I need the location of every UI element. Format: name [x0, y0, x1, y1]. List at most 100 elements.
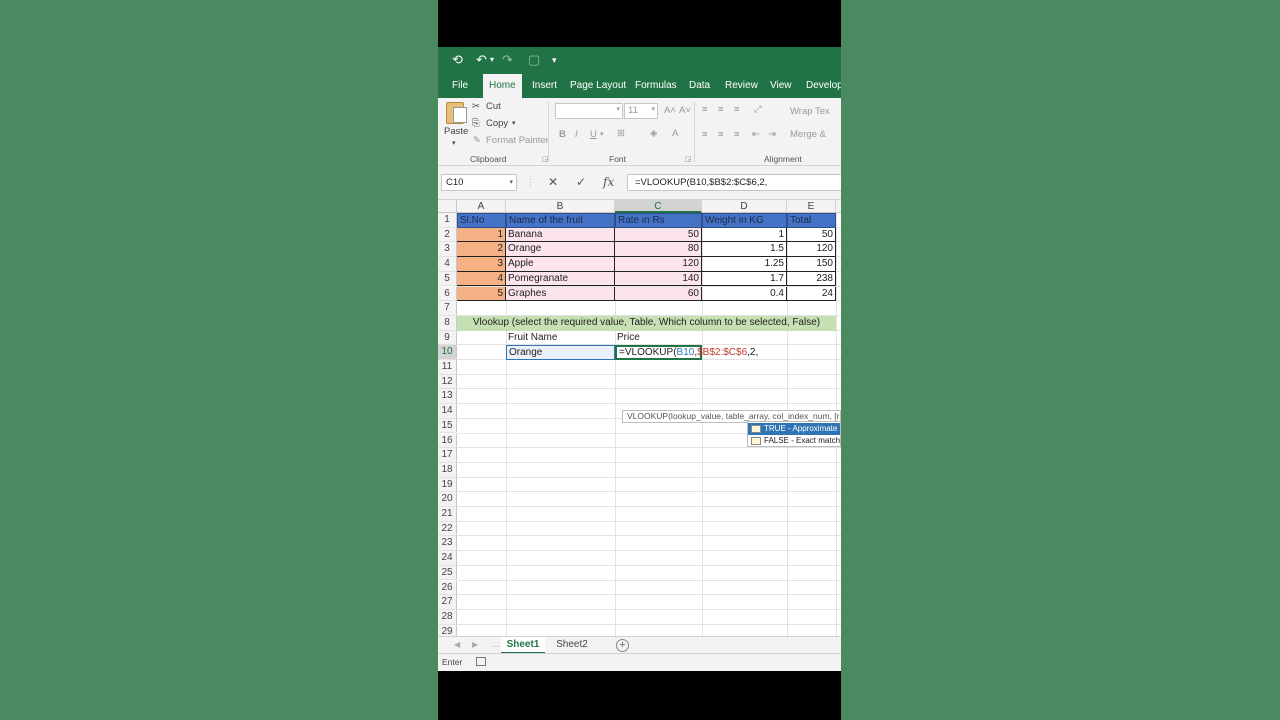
undo-icon[interactable]: ↶ — [476, 53, 487, 67]
borders-icon[interactable]: ⊞ — [617, 128, 625, 140]
cut-icon[interactable]: ✂ — [472, 101, 480, 113]
column-header-f[interactable] — [836, 200, 841, 213]
autocomplete-true[interactable]: TRUE - Approximate match — [748, 423, 840, 435]
top-align-icon[interactable]: ≡ — [702, 104, 708, 116]
undo-dropdown-icon[interactable]: ▾ — [490, 53, 494, 67]
autocomplete-list[interactable]: TRUE - Approximate match FALSE - Exact m… — [747, 421, 841, 447]
increase-font-icon[interactable]: A˄ — [664, 105, 676, 117]
cut-button[interactable]: Cut — [486, 101, 501, 113]
cell-e5[interactable]: 238 — [787, 271, 836, 287]
row-header-26[interactable]: 26 — [438, 580, 457, 596]
row-header-13[interactable]: 13 — [438, 389, 457, 405]
tab-review[interactable]: Review — [725, 74, 758, 98]
bold-icon[interactable]: B — [559, 129, 566, 141]
tab-developer[interactable]: Develop — [806, 74, 841, 98]
customize-icon[interactable]: ▾ — [552, 53, 557, 67]
row-header-7[interactable]: 7 — [438, 301, 457, 316]
column-header-b[interactable]: B — [506, 200, 615, 213]
cell-b9[interactable]: Fruit Name — [506, 331, 615, 346]
font-size-select[interactable]: 11 ▾ — [624, 103, 658, 119]
row-header-21[interactable]: 21 — [438, 507, 457, 522]
italic-icon[interactable]: I — [575, 129, 578, 141]
cell-c9[interactable]: Price — [615, 331, 702, 346]
copy-button[interactable]: Copy — [486, 118, 508, 130]
row-header-10[interactable]: 10 — [438, 345, 457, 360]
column-header-a[interactable]: A — [457, 200, 506, 213]
row-header-1[interactable]: 1 — [438, 213, 457, 228]
column-header-d[interactable]: D — [702, 200, 787, 213]
name-box-dropdown-icon[interactable]: ▾ — [509, 175, 513, 190]
macro-record-icon[interactable] — [476, 657, 486, 666]
decrease-font-icon[interactable]: A˅ — [679, 105, 691, 117]
name-box[interactable]: C10 ▾ — [441, 174, 517, 191]
cell-c5[interactable]: 140 — [615, 271, 702, 287]
row-header-3[interactable]: 3 — [438, 242, 457, 258]
header-weight[interactable]: Weight in KG — [702, 213, 787, 228]
sheet-tab-sheet2[interactable]: Sheet2 — [550, 637, 594, 654]
middle-align-icon[interactable]: ≡ — [718, 104, 724, 116]
row-header-29[interactable]: 29 — [438, 624, 457, 636]
cell-b6[interactable]: Graphes — [506, 286, 615, 302]
enter-icon[interactable]: ✓ — [576, 174, 586, 191]
font-name-select[interactable]: ▾ — [555, 103, 623, 119]
cell-b3[interactable]: Orange — [506, 242, 615, 258]
paste-dropdown-icon[interactable]: ▾ — [452, 138, 456, 150]
autosave-icon[interactable]: ⟲ — [452, 53, 463, 67]
tab-view[interactable]: View — [770, 74, 792, 98]
format-painter-icon[interactable]: ✎ — [473, 135, 481, 147]
fill-color-icon[interactable]: ◈ — [650, 128, 657, 140]
row-header-22[interactable]: 22 — [438, 521, 457, 537]
autocomplete-false[interactable]: FALSE - Exact match — [748, 435, 840, 446]
cell-a5[interactable]: 4 — [457, 271, 506, 287]
tab-home[interactable]: Home — [483, 74, 522, 98]
format-painter-button[interactable]: Format Painter — [486, 135, 549, 147]
header-total[interactable]: Total — [787, 213, 836, 228]
cell-c6[interactable]: 60 — [615, 286, 702, 302]
align-center-icon[interactable]: ≡ — [718, 129, 724, 141]
font-color-icon[interactable]: A — [672, 128, 678, 140]
cell-b2[interactable]: Banana — [506, 227, 615, 243]
row-header-9[interactable]: 9 — [438, 330, 457, 346]
row-header-14[interactable]: 14 — [438, 404, 457, 419]
add-sheet-icon[interactable]: + — [616, 639, 629, 652]
paste-icon[interactable] — [446, 102, 467, 124]
align-left-icon[interactable]: ≡ — [702, 129, 708, 141]
increase-indent-icon[interactable]: ⇥ — [768, 129, 776, 141]
underline-dropdown-icon[interactable]: ▾ — [600, 129, 604, 141]
cell-e6[interactable]: 24 — [787, 286, 836, 302]
tab-insert[interactable]: Insert — [532, 74, 557, 98]
cell-a4[interactable]: 3 — [457, 257, 506, 272]
row-header-8[interactable]: 8 — [438, 315, 457, 331]
cell-c3[interactable]: 80 — [615, 242, 702, 258]
insert-function-icon[interactable]: fx — [603, 174, 614, 191]
header-slno[interactable]: Sl.No — [457, 213, 506, 228]
cell-e3[interactable]: 120 — [787, 242, 836, 258]
row-header-27[interactable]: 27 — [438, 595, 457, 610]
font-launcher-icon[interactable]: ◲ — [685, 155, 692, 163]
bottom-align-icon[interactable]: ≡ — [734, 104, 740, 116]
underline-icon[interactable]: U — [590, 129, 597, 141]
wrap-text-button[interactable]: Wrap Tex — [790, 106, 830, 118]
row-header-19[interactable]: 19 — [438, 477, 457, 493]
column-header-c[interactable]: C — [615, 200, 702, 213]
row-header-2[interactable]: 2 — [438, 227, 457, 243]
sheet-tab-sheet1[interactable]: Sheet1 — [501, 637, 545, 654]
row-header-24[interactable]: 24 — [438, 551, 457, 566]
tab-data[interactable]: Data — [689, 74, 710, 98]
cell-b4[interactable]: Apple — [506, 257, 615, 272]
redo-icon[interactable]: ↷ — [502, 53, 513, 67]
tab-formulas[interactable]: Formulas — [635, 74, 677, 98]
tab-file[interactable]: File — [452, 74, 468, 98]
cell-d4[interactable]: 1.25 — [702, 257, 787, 272]
row-header-11[interactable]: 11 — [438, 360, 457, 375]
sheet-tabs-more-icon[interactable]: … — [492, 640, 500, 649]
copy-dropdown-icon[interactable]: ▾ — [512, 118, 516, 130]
copy-icon[interactable]: ⎘ — [472, 118, 480, 130]
column-header-e[interactable]: E — [787, 200, 836, 213]
cell-c4[interactable]: 120 — [615, 257, 702, 272]
cell-d3[interactable]: 1.5 — [702, 242, 787, 258]
row-header-16[interactable]: 16 — [438, 433, 457, 449]
vlookup-explanation-banner[interactable]: Vlookup (select the required value, Tabl… — [457, 315, 836, 331]
prev-sheet-icon[interactable]: ◀ — [454, 640, 460, 649]
decrease-indent-icon[interactable]: ⇤ — [752, 129, 760, 141]
